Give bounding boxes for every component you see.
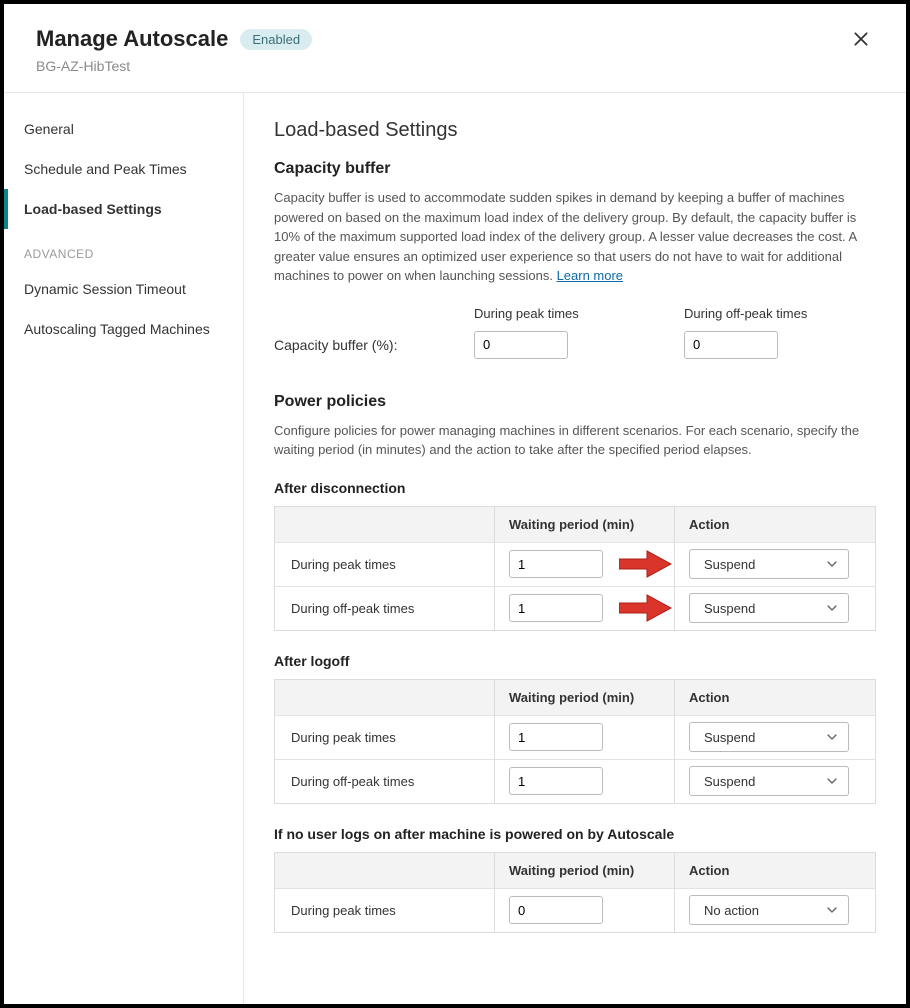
action-select-value: Suspend xyxy=(704,730,755,745)
capacity-buffer-peak-input[interactable] xyxy=(474,331,568,359)
action-select[interactable]: Suspend xyxy=(689,593,849,623)
table-row: During peak times No action xyxy=(275,888,876,932)
row-scenario-label: During peak times xyxy=(275,888,495,932)
table-row: During peak times Suspend xyxy=(275,542,876,586)
row-scenario-label: During off-peak times xyxy=(275,759,495,803)
row-scenario-label: During off-peak times xyxy=(275,586,495,630)
sidebar-item-label: General xyxy=(24,121,74,137)
main-panel: Load-based Settings Capacity buffer Capa… xyxy=(244,93,906,1004)
column-header-waiting: Waiting period (min) xyxy=(495,679,675,715)
sidebar-item-schedule[interactable]: Schedule and Peak Times xyxy=(4,149,243,189)
policy-table-label: After disconnection xyxy=(274,480,876,496)
column-header-scenario xyxy=(275,852,495,888)
column-header-waiting: Waiting period (min) xyxy=(495,852,675,888)
policy-table-label: After logoff xyxy=(274,653,876,669)
waiting-period-input[interactable] xyxy=(509,896,603,924)
chevron-down-icon xyxy=(826,731,838,743)
sidebar-section-advanced: ADVANCED xyxy=(4,229,243,269)
capacity-buffer-title: Capacity buffer xyxy=(274,160,876,178)
group-name-subtitle: BG-AZ-HibTest xyxy=(36,58,312,74)
chevron-down-icon xyxy=(826,775,838,787)
sidebar-item-tagged-machines[interactable]: Autoscaling Tagged Machines xyxy=(4,309,243,349)
sidebar: General Schedule and Peak Times Load-bas… xyxy=(4,93,244,1004)
column-header-action: Action xyxy=(675,852,876,888)
policy-table-label: If no user logs on after machine is powe… xyxy=(274,826,876,842)
action-select[interactable]: No action xyxy=(689,895,849,925)
policy-table: Waiting period (min)ActionDuring peak ti… xyxy=(274,852,876,933)
capacity-buffer-row-label: Capacity buffer (%): xyxy=(274,337,474,353)
policy-table: Waiting period (min)ActionDuring peak ti… xyxy=(274,506,876,631)
action-select-value: Suspend xyxy=(704,601,755,616)
table-row: During off-peak times Suspend xyxy=(275,759,876,803)
learn-more-link[interactable]: Learn more xyxy=(557,268,623,283)
waiting-period-input[interactable] xyxy=(509,723,603,751)
close-button[interactable] xyxy=(848,26,874,56)
column-header-waiting: Waiting period (min) xyxy=(495,506,675,542)
page-title: Manage Autoscale xyxy=(36,26,228,52)
action-select[interactable]: Suspend xyxy=(689,549,849,579)
row-scenario-label: During peak times xyxy=(275,542,495,586)
sidebar-item-load-based[interactable]: Load-based Settings xyxy=(4,189,243,229)
column-header-action: Action xyxy=(675,679,876,715)
waiting-period-input[interactable] xyxy=(509,550,603,578)
column-header-scenario xyxy=(275,506,495,542)
waiting-period-input[interactable] xyxy=(509,594,603,622)
waiting-period-input[interactable] xyxy=(509,767,603,795)
close-icon xyxy=(852,31,870,53)
action-select-value: Suspend xyxy=(704,557,755,572)
column-header-peak: During peak times xyxy=(474,306,684,321)
chevron-down-icon xyxy=(826,904,838,916)
sidebar-item-label: Dynamic Session Timeout xyxy=(24,281,186,297)
table-row: During off-peak times Suspend xyxy=(275,586,876,630)
table-row: During peak times Suspend xyxy=(275,715,876,759)
action-select-value: No action xyxy=(704,903,759,918)
status-badge: Enabled xyxy=(240,29,312,50)
column-header-scenario xyxy=(275,679,495,715)
chevron-down-icon xyxy=(826,602,838,614)
chevron-down-icon xyxy=(826,558,838,570)
section-title: Load-based Settings xyxy=(274,119,876,142)
row-scenario-label: During peak times xyxy=(275,715,495,759)
capacity-buffer-offpeak-input[interactable] xyxy=(684,331,778,359)
sidebar-item-label: Autoscaling Tagged Machines xyxy=(24,321,210,337)
column-header-action: Action xyxy=(675,506,876,542)
power-policies-description: Configure policies for power managing ma… xyxy=(274,421,876,460)
action-select[interactable]: Suspend xyxy=(689,766,849,796)
action-select[interactable]: Suspend xyxy=(689,722,849,752)
sidebar-item-general[interactable]: General xyxy=(4,109,243,149)
policy-table: Waiting period (min)ActionDuring peak ti… xyxy=(274,679,876,804)
column-header-offpeak: During off-peak times xyxy=(684,306,894,321)
sidebar-item-label: Schedule and Peak Times xyxy=(24,161,187,177)
sidebar-item-label: Load-based Settings xyxy=(24,201,162,217)
power-policies-title: Power policies xyxy=(274,393,876,411)
action-select-value: Suspend xyxy=(704,774,755,789)
capacity-buffer-description: Capacity buffer is used to accommodate s… xyxy=(274,188,876,286)
sidebar-item-dynamic-timeout[interactable]: Dynamic Session Timeout xyxy=(4,269,243,309)
